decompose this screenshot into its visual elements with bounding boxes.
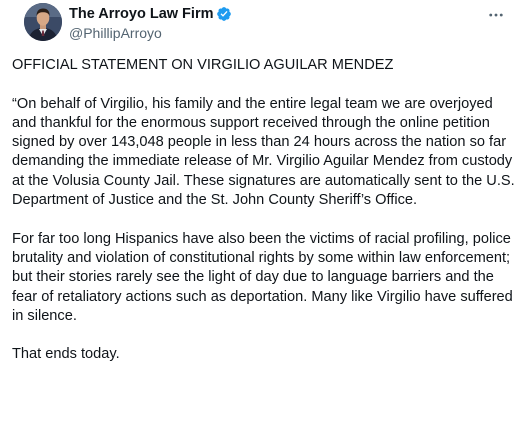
avatar-image — [24, 3, 62, 41]
tweet-text: OFFICIAL STATEMENT ON VIRGILIO AGUILAR M… — [12, 56, 517, 384]
display-name-row: The Arroyo Law Firm — [69, 5, 232, 23]
more-options-icon[interactable] — [485, 4, 507, 26]
verified-badge-icon — [216, 6, 232, 22]
author-info: The Arroyo Law Firm @PhillipArroyo — [69, 5, 232, 42]
tweet-paragraph-statement: “On behalf of Virgilio, his family and t… — [12, 95, 515, 209]
tweet-paragraph-profiling: For far too long Hispanics have also bee… — [12, 230, 513, 324]
tweet-paragraph-title: OFFICIAL STATEMENT ON VIRGILIO AGUILAR M… — [12, 57, 394, 73]
tweet: The Arroyo Law Firm @PhillipArroyo OFFIC… — [0, 0, 529, 434]
tweet-header: The Arroyo Law Firm @PhillipArroyo — [12, 0, 517, 50]
author-handle[interactable]: @PhillipArroyo — [69, 24, 232, 42]
tweet-paragraph-closing: That ends today. — [12, 346, 120, 363]
author-display-name[interactable]: The Arroyo Law Firm — [69, 5, 213, 23]
avatar[interactable] — [24, 3, 62, 41]
